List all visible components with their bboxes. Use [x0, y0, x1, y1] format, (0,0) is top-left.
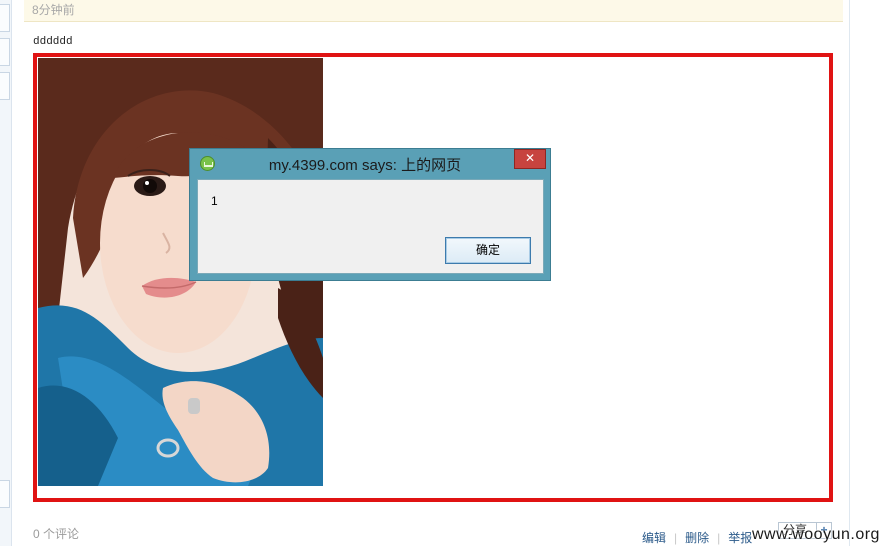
ok-button[interactable]: 确定 — [445, 237, 531, 264]
action-separator: | — [674, 531, 678, 545]
dialog-close-button[interactable]: ✕ — [514, 149, 546, 169]
sidebar-tab[interactable] — [0, 4, 10, 32]
watermark-text: www.wooyun.org — [752, 526, 880, 543]
dialog-message: 1 — [211, 194, 218, 208]
comment-count-link[interactable]: 0 个评论 — [33, 525, 79, 542]
close-icon: ✕ — [524, 151, 536, 165]
delete-link[interactable]: 删除 — [685, 531, 709, 545]
sidebar-tab[interactable] — [0, 480, 10, 508]
post-timestamp: 8分钟前 — [32, 3, 75, 17]
dialog-body: 1 确定 — [197, 179, 544, 274]
post-header-bar: 8分钟前 — [24, 0, 843, 22]
browser-app-icon — [200, 156, 215, 171]
post-body-text: dddddd — [33, 36, 73, 48]
edit-link[interactable]: 编辑 — [642, 531, 666, 545]
report-link[interactable]: 举报 — [728, 531, 752, 545]
sidebar-tab[interactable] — [0, 72, 10, 100]
sidebar-tab[interactable] — [0, 38, 10, 66]
left-sidebar-strip — [0, 0, 12, 546]
dialog-title: my.4399.com says: 上的网页 — [268, 157, 462, 174]
alert-dialog: my.4399.com says: 上的网页 ✕ 1 确定 — [189, 148, 551, 281]
post-actions: 编辑 | 删除 | 举报 — [642, 529, 760, 546]
content-divider — [849, 0, 850, 546]
action-separator: | — [717, 531, 721, 545]
